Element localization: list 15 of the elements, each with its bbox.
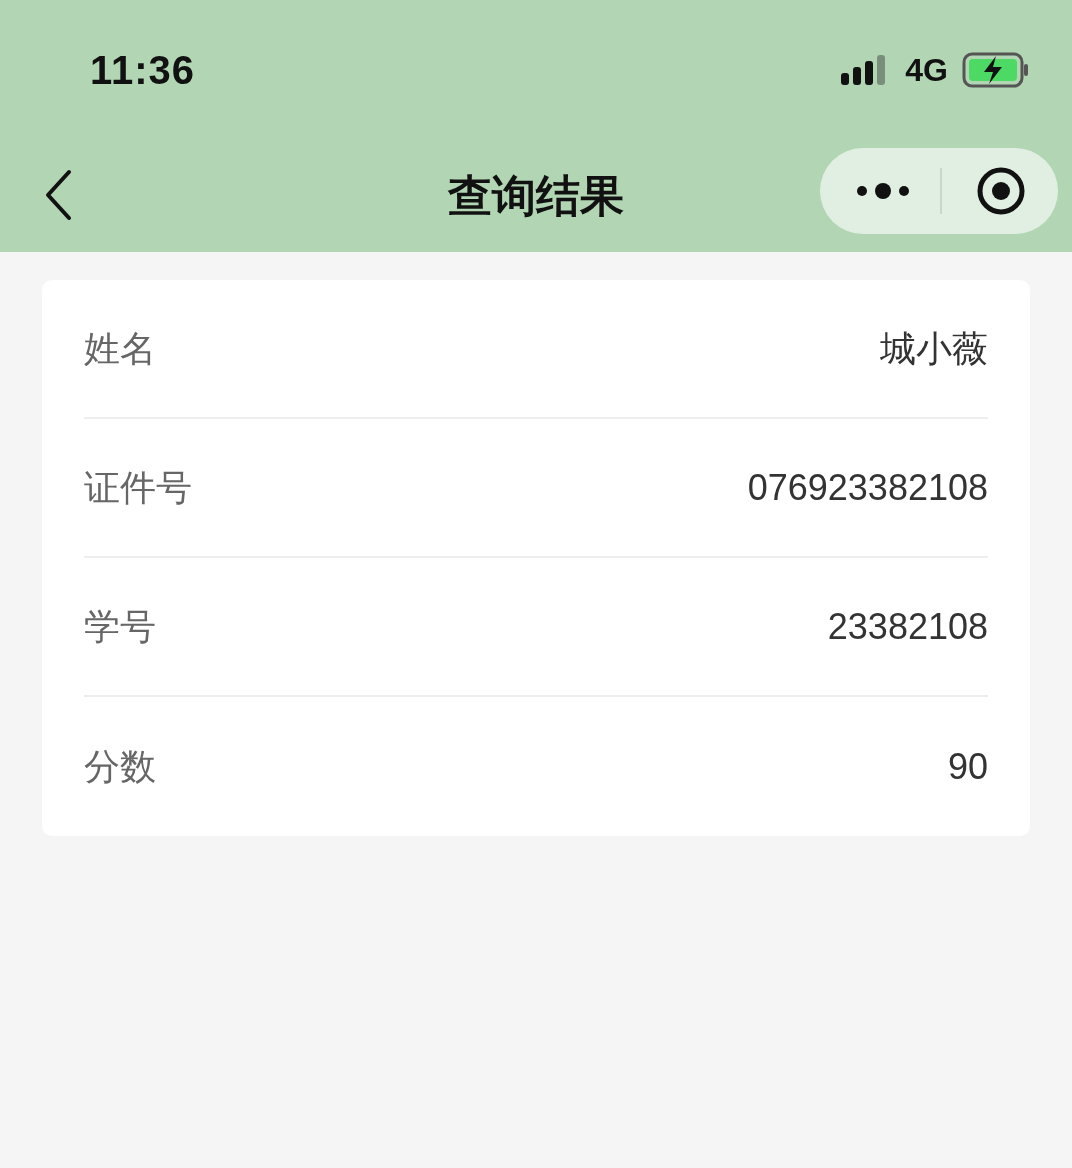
- back-icon[interactable]: [44, 169, 72, 221]
- more-icon[interactable]: [856, 183, 910, 199]
- network-label: 4G: [905, 51, 948, 90]
- field-value: 076923382108: [747, 465, 988, 510]
- field-value: 23382108: [827, 604, 988, 649]
- field-value: 城小薇: [880, 326, 988, 371]
- status-time: 11:36: [90, 47, 196, 94]
- field-label: 学号: [84, 604, 156, 649]
- field-label: 分数: [84, 744, 156, 789]
- page-title: 查询结果: [448, 170, 624, 222]
- field-label: 证件号: [84, 465, 192, 510]
- battery-charging-icon: [962, 52, 1030, 88]
- field-label: 姓名: [84, 326, 156, 371]
- field-value: 90: [947, 744, 988, 789]
- close-target-icon[interactable]: [976, 166, 1026, 216]
